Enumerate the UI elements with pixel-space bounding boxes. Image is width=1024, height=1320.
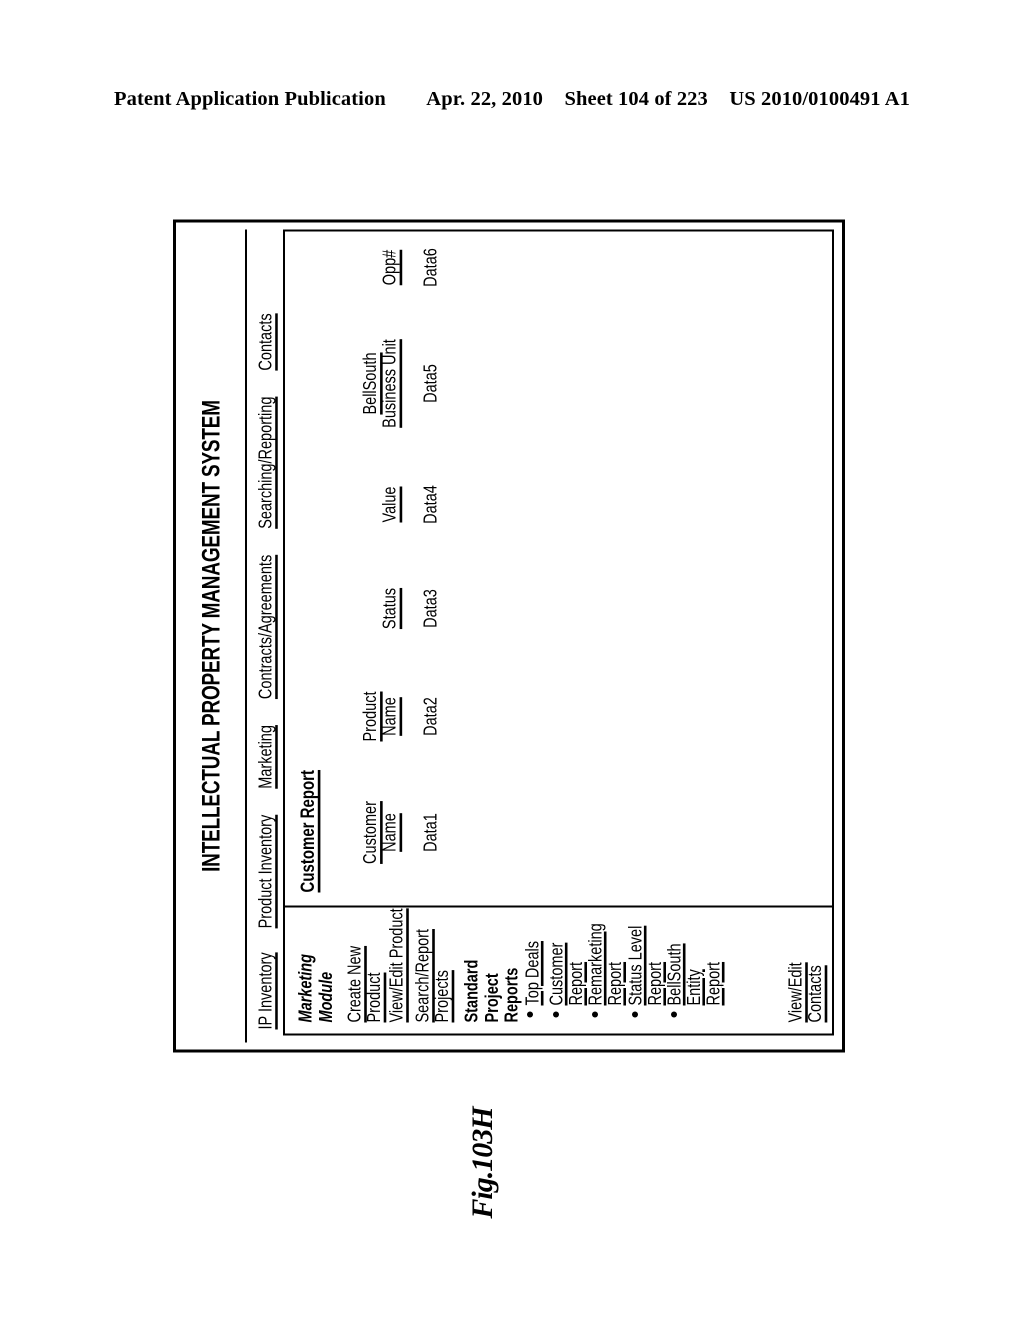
sidebar-footer: View/Edit Contacts bbox=[786, 907, 827, 1022]
column-header-status[interactable]: Status bbox=[356, 556, 404, 660]
page-title: Customer Report bbox=[297, 769, 320, 892]
report-link-bellsouth-entity-report[interactable]: BellSouth Entity Report bbox=[664, 943, 725, 1005]
list-item[interactable]: BellSouth Entity Report bbox=[664, 907, 724, 1005]
column-header-customer-name[interactable]: Customer Name bbox=[356, 772, 404, 892]
nav-item-ip-inventory[interactable]: IP Inventory bbox=[256, 952, 276, 1029]
report-link-remarketing-report[interactable]: Remarketing Report bbox=[586, 923, 627, 1005]
window-body: Marketing Module Create New Product View… bbox=[283, 229, 834, 1035]
list-item[interactable]: Customer Report bbox=[547, 907, 588, 1005]
sheet-number: Sheet 104 of 223 bbox=[564, 88, 708, 110]
sidebar-item-create-new-product[interactable]: Create New Product bbox=[345, 907, 386, 1022]
nav-item-marketing[interactable]: Marketing bbox=[256, 725, 276, 789]
nav-item-product-inventory[interactable]: Product Inventory bbox=[256, 814, 276, 928]
customer-report-table: Customer Name Product Name Status Value bbox=[356, 220, 442, 892]
patent-number: US 2010/0100491 A1 bbox=[729, 88, 910, 110]
table-header-row: Customer Name Product Name Status Value bbox=[356, 220, 404, 892]
nav-item-searching-reporting[interactable]: Searching/Reporting bbox=[256, 396, 276, 528]
list-item[interactable]: Remarketing Report bbox=[586, 907, 627, 1005]
main-navigation: IP Inventory Product Inventory Marketing… bbox=[247, 222, 281, 1049]
app-title: INTELLECTUAL PROPERTY MANAGEMENT SYSTEM bbox=[198, 399, 227, 872]
sidebar-item-view-edit-product[interactable]: View/Edit Product bbox=[387, 907, 408, 1022]
sidebar-module-title: Marketing Module bbox=[295, 953, 337, 1023]
figure-caption: Fig.103H bbox=[398, 1078, 568, 1248]
report-link-customer-report[interactable]: Customer Report bbox=[547, 942, 588, 1005]
cell-status: Data3 bbox=[420, 588, 442, 628]
cell-bellsouth-business-unit: Data5 bbox=[420, 363, 442, 403]
nav-item-contracts-agreements[interactable]: Contracts/Agreements bbox=[256, 554, 276, 698]
sidebar-item-view-edit-contacts[interactable]: View/Edit Contacts bbox=[786, 907, 827, 1022]
publication-label: Patent Application Publication bbox=[114, 88, 386, 110]
figure-drawing: INTELLECTUAL PROPERTY MANAGEMENT SYSTEM … bbox=[173, 219, 845, 1052]
standard-reports-list: Top Deals Customer Report Remarketing Re… bbox=[522, 907, 725, 1022]
nav-item-contacts[interactable]: Contacts bbox=[256, 313, 276, 370]
cell-value: Data4 bbox=[420, 484, 442, 524]
application-window: INTELLECTUAL PROPERTY MANAGEMENT SYSTEM … bbox=[173, 219, 845, 1052]
content-pane: Customer Report Customer Name Product Na… bbox=[285, 231, 832, 905]
figure-caption-text: Fig.103H bbox=[466, 1107, 499, 1219]
sidebar-item-search-report-projects[interactable]: Search/Report Projects bbox=[413, 907, 454, 1023]
sidebar-section-standard-project-reports: Standard Project Reports bbox=[461, 959, 524, 1022]
column-header-product-name[interactable]: Product Name bbox=[356, 660, 404, 772]
column-header-opportunity-number[interactable]: Opp# bbox=[356, 220, 404, 314]
column-header-value[interactable]: Value bbox=[356, 452, 404, 556]
report-link-top-deals[interactable]: Top Deals bbox=[523, 941, 544, 1005]
publication-header: Patent Application Publication Apr. 22, … bbox=[0, 88, 1024, 111]
publication-date: Apr. 22, 2010 bbox=[426, 88, 544, 110]
cell-customer-name: Data1 bbox=[420, 812, 442, 852]
report-link-status-level-report[interactable]: Status Level Report bbox=[625, 925, 667, 1005]
list-item[interactable]: Status Level Report bbox=[625, 907, 666, 1005]
cell-product-name: Data2 bbox=[420, 696, 442, 736]
cell-opportunity-number: Data6 bbox=[420, 247, 442, 287]
column-header-bellsouth-business-unit[interactable]: BellSouth Business Unit bbox=[356, 314, 404, 452]
list-item[interactable]: Top Deals bbox=[522, 907, 544, 1005]
table-row[interactable]: Data1 Data2 Data3 Data4 Data5 Data6 bbox=[404, 220, 442, 892]
sidebar: Marketing Module Create New Product View… bbox=[285, 905, 832, 1033]
